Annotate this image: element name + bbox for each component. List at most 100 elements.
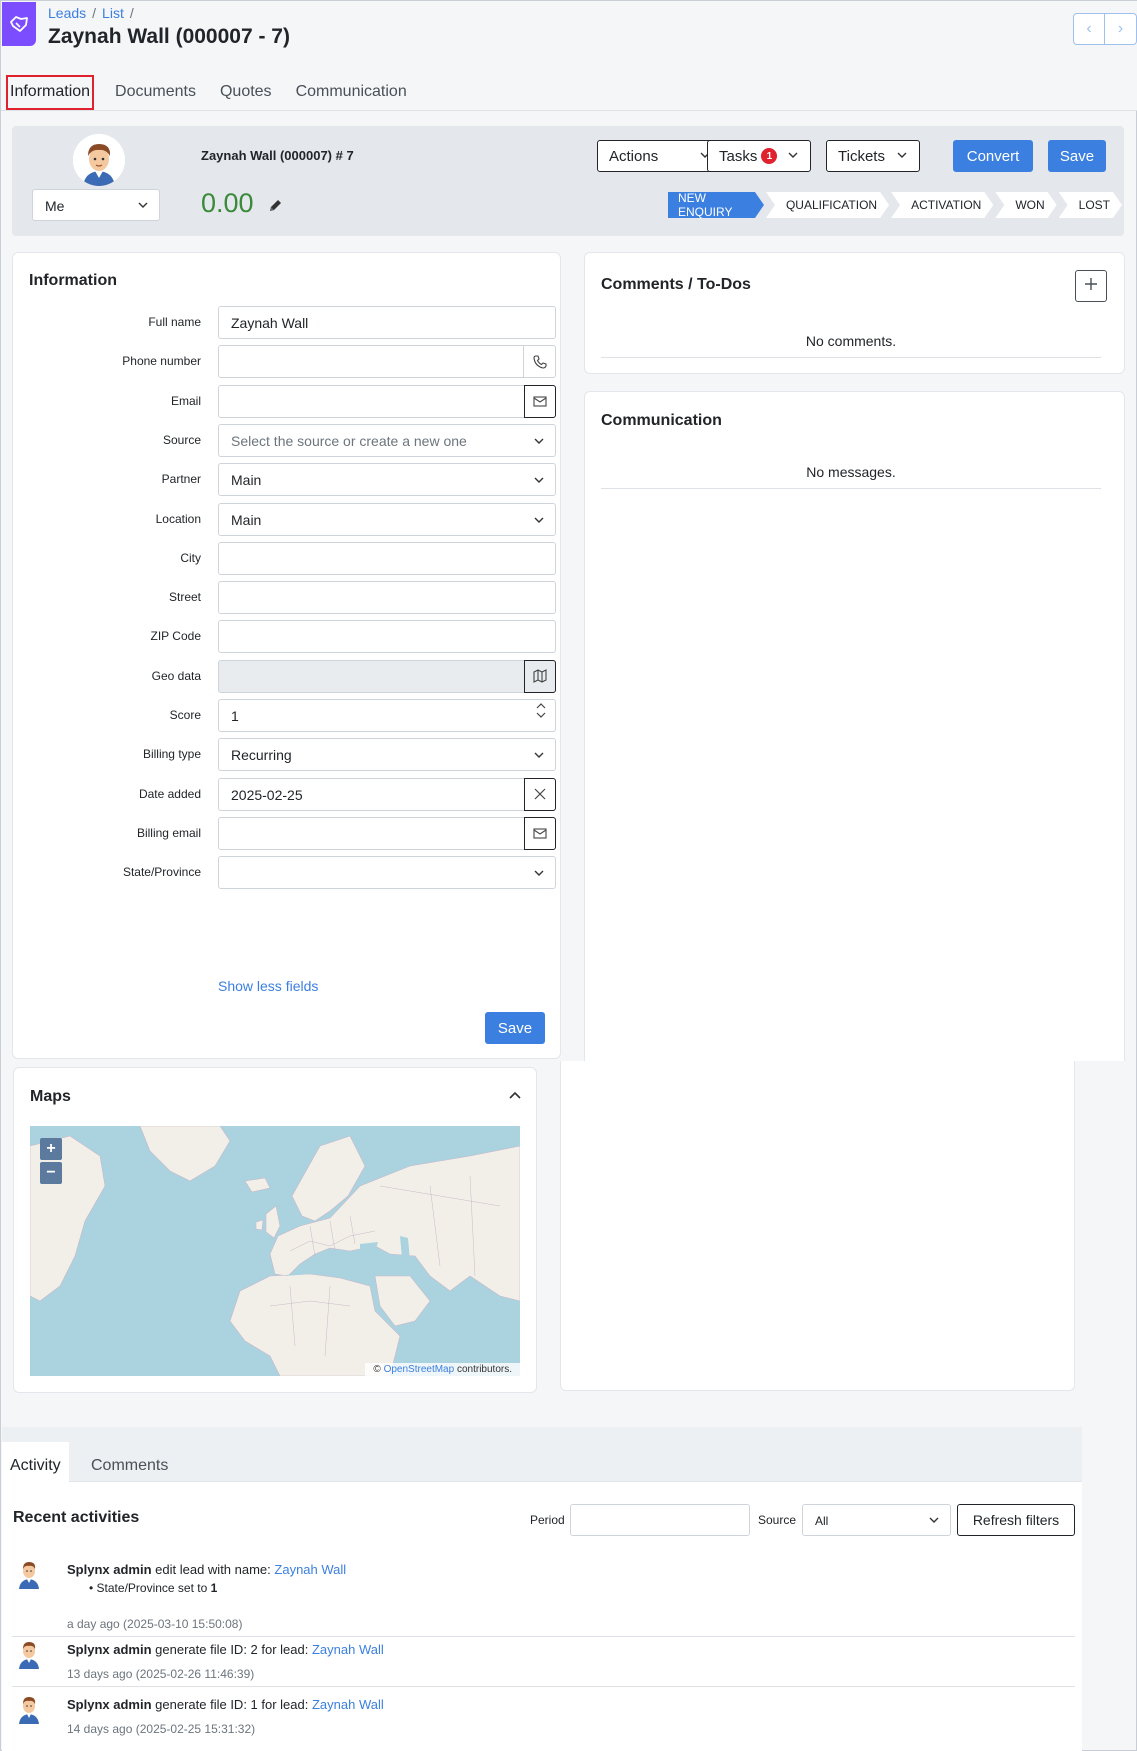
activity-description: generate file ID: 1 for lead: [155,1697,309,1712]
billing-type-select[interactable]: Recurring [218,738,556,772]
billing-email-label: Billing email [136,825,201,840]
information-title: Information [29,272,117,289]
breadcrumb-list[interactable]: List [102,5,124,21]
activity-text: Splynx admin edit lead with name: Zaynah… [67,1562,346,1577]
stage-won[interactable]: WON [995,192,1056,218]
previous-record-button[interactable]: ‹ [1073,13,1105,45]
openstreetmap-link[interactable]: OpenStreetMap [384,1364,455,1375]
tab-activity[interactable]: Activity [2,1442,69,1482]
source-select[interactable]: Select the source or create a new one [218,423,556,457]
activity-lead-link[interactable]: Zaynah Wall [312,1697,384,1712]
show-less-fields-link[interactable]: Show less fields [218,978,318,994]
full-name-label: Full name [148,315,201,329]
save-header-button[interactable]: Save [1048,140,1106,172]
activity-description: edit lead with name: [155,1562,271,1577]
assignee-value: Me [45,198,65,214]
zoom-out-button[interactable]: − [40,1162,62,1184]
bottom-tabs: Activity Comments [2,1427,1082,1482]
city-label: City [180,550,201,565]
envelope-icon[interactable] [524,384,556,418]
refresh-filters-button[interactable]: Refresh filters [957,1504,1075,1536]
actions-label: Actions [609,147,659,165]
map-view[interactable]: + − © OpenStreetMap contributors. [30,1126,520,1376]
tasks-dropdown-button[interactable]: Tasks 1 [707,140,811,172]
tab-communication[interactable]: Communication [284,83,419,110]
zip-code-input[interactable] [218,620,556,654]
right-column-filler [560,1061,1075,1391]
communication-title: Communication [601,412,722,429]
email-label: Email [170,393,201,408]
zip-code-label: ZIP Code [150,629,201,644]
field-row-city: City [13,541,573,575]
tab-information[interactable]: Information [6,75,95,110]
source-select[interactable]: All [802,1504,951,1536]
field-row-full-name: Full name Zaynah Wall [13,306,573,339]
phone-number-input[interactable] [218,345,556,379]
stepper-arrows-icon[interactable] [535,702,547,719]
map-icon[interactable] [524,659,556,693]
geo-data-label: Geo data [151,668,201,683]
tab-quotes[interactable]: Quotes [208,83,284,110]
next-record-button[interactable]: › [1105,13,1137,45]
avatar [16,1639,42,1669]
field-row-source: Source Select the source or create a new … [13,423,573,457]
score-input[interactable]: 1 [218,699,556,732]
tickets-dropdown-button[interactable]: Tickets [826,140,920,172]
communication-card: Communication No messages. [584,391,1125,1061]
chevron-down-icon [533,866,545,882]
state-province-select[interactable] [218,856,556,890]
avatar [16,1559,42,1589]
no-messages-text: No messages. [806,464,896,480]
field-row-billing-email: Billing email [13,816,573,850]
stage-qualification[interactable]: QUALIFICATION [766,192,889,218]
stage-lost[interactable]: LOST [1059,192,1122,218]
envelope-icon[interactable] [524,816,556,850]
clear-date-icon[interactable] [524,777,556,811]
add-comment-button[interactable] [1075,270,1107,302]
maps-title: Maps [30,1088,71,1105]
chevron-down-icon [533,513,545,529]
tab-comments[interactable]: Comments [83,1447,176,1485]
convert-button[interactable]: Convert [953,140,1033,172]
edit-amount-icon[interactable] [267,198,283,219]
field-row-zip-code: ZIP Code [13,620,573,654]
comments-card: Comments / To-Dos No comments. [584,252,1125,374]
partner-select[interactable]: Main [218,463,556,497]
source-label: Source [162,432,201,447]
date-added-input[interactable]: 2025-02-25 [218,777,556,811]
street-input[interactable] [218,581,556,615]
attribution-suffix: contributors. [456,1364,512,1375]
map-tiles [30,1126,520,1376]
city-input[interactable] [218,541,556,575]
plus-icon [1084,277,1098,296]
email-input[interactable] [218,384,556,418]
location-value: Main [231,511,262,528]
stage-activation[interactable]: ACTIVATION [891,192,993,218]
full-name-input[interactable]: Zaynah Wall [218,306,556,339]
chevron-down-icon [533,748,545,764]
actions-dropdown-button[interactable]: Actions [597,140,723,172]
geo-data-input[interactable] [218,659,556,693]
tickets-label: Tickets [838,147,885,165]
collapse-maps-icon[interactable] [508,1088,522,1107]
breadcrumb-leads[interactable]: Leads [48,5,86,21]
tab-documents[interactable]: Documents [103,83,208,110]
field-row-phone-number: Phone number [13,345,573,379]
zoom-in-button[interactable]: + [40,1138,62,1160]
activity-lead-link[interactable]: Zaynah Wall [274,1562,346,1577]
activity-lead-link[interactable]: Zaynah Wall [312,1642,384,1657]
stage-new-enquiry[interactable]: NEW ENQUIRY [668,192,764,218]
phone-icon[interactable] [523,346,555,378]
assignee-select[interactable]: Me [32,189,160,221]
billing-email-input[interactable] [218,816,556,850]
field-row-location: Location Main [13,502,573,536]
save-information-button[interactable]: Save [485,1012,545,1044]
avatar [16,1694,42,1724]
lead-amount: 0.00 [201,188,254,218]
period-input[interactable] [570,1504,750,1536]
location-select[interactable]: Main [218,502,556,536]
phone-number-label: Phone number [122,354,201,369]
activity-user: Splynx admin [67,1697,152,1712]
avatar [73,134,125,186]
chevron-left-icon: ‹ [1086,20,1092,37]
